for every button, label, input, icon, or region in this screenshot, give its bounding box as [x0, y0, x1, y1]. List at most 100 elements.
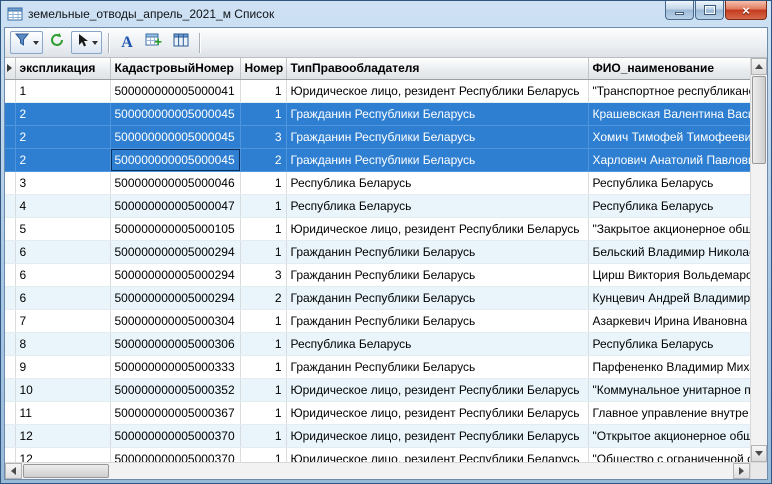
grid-cell[interactable]: Республика Беларусь	[588, 194, 750, 217]
grid-cell[interactable]: 3	[240, 125, 286, 148]
titlebar[interactable]: земельные_отводы_апрель_2021_м Список ×	[4, 1, 768, 27]
grid-cell[interactable]: Харлович Анатолий Павлович	[588, 148, 750, 171]
grid-cell[interactable]: 500000000005000045	[110, 148, 240, 171]
grid-cell[interactable]: Парфененко Владимир Миха	[588, 355, 750, 378]
row-selector[interactable]	[5, 194, 15, 217]
grid-cell[interactable]: Цирш Виктория Вольдемаро	[588, 263, 750, 286]
grid-cell[interactable]: 500000000005000294	[110, 240, 240, 263]
row-selector[interactable]	[5, 263, 15, 286]
maximize-button[interactable]	[695, 1, 724, 20]
grid-cell[interactable]: 4	[15, 194, 110, 217]
grid-cell[interactable]: Республика Беларусь	[588, 332, 750, 355]
grid-cell[interactable]: Юридическое лицо, резидент Республики Бе…	[286, 401, 588, 424]
horizontal-scrollbar[interactable]	[5, 462, 767, 479]
grid-cell[interactable]: Гражданин Республики Беларусь	[286, 263, 588, 286]
filter-button[interactable]	[10, 31, 43, 54]
grid-cell[interactable]: 500000000005000047	[110, 194, 240, 217]
grid-cell[interactable]: 10	[15, 378, 110, 401]
row-selector[interactable]	[5, 447, 15, 462]
grid-cell[interactable]: "Общество с ограниченной о	[588, 447, 750, 462]
grid-cell[interactable]: "Транспортное республиканс	[588, 79, 750, 102]
grid-cell[interactable]: Юридическое лицо, резидент Республики Бе…	[286, 378, 588, 401]
grid-cell[interactable]: 6	[15, 263, 110, 286]
grid-cell[interactable]: 2	[240, 286, 286, 309]
grid-cell[interactable]: Бельский Владимир Николае	[588, 240, 750, 263]
row-selector[interactable]	[5, 125, 15, 148]
grid-cell[interactable]: 3	[240, 263, 286, 286]
grid-cell[interactable]: Гражданин Республики Беларусь	[286, 355, 588, 378]
row-selector[interactable]	[5, 355, 15, 378]
grid-cell[interactable]: 1	[240, 79, 286, 102]
grid-cell[interactable]: Гражданин Республики Беларусь	[286, 125, 588, 148]
grid-cell[interactable]: 500000000005000370	[110, 424, 240, 447]
grid-cell[interactable]: 1	[240, 332, 286, 355]
row-selector[interactable]	[5, 102, 15, 125]
grid-cell[interactable]: 12	[15, 424, 110, 447]
grid-cell[interactable]: 500000000005000304	[110, 309, 240, 332]
grid-cell[interactable]: 500000000005000367	[110, 401, 240, 424]
grid-cell[interactable]: 500000000005000294	[110, 263, 240, 286]
grid-cell[interactable]: 500000000005000045	[110, 102, 240, 125]
grid-cell[interactable]: 500000000005000352	[110, 378, 240, 401]
grid-cell[interactable]: 3	[15, 171, 110, 194]
grid-cell[interactable]: 1	[240, 309, 286, 332]
grid-cell[interactable]: Гражданин Республики Беларусь	[286, 148, 588, 171]
grid-cell[interactable]: 2	[15, 125, 110, 148]
grid-cell[interactable]: Республика Беларусь	[286, 194, 588, 217]
grid-cell[interactable]: 8	[15, 332, 110, 355]
grid-cell[interactable]: 6	[15, 240, 110, 263]
grid-cell[interactable]: Главное управление внутре	[588, 401, 750, 424]
row-selector[interactable]	[5, 148, 15, 171]
vertical-scrollbar[interactable]	[750, 58, 767, 462]
row-selector[interactable]	[5, 217, 15, 240]
row-selector[interactable]	[5, 424, 15, 447]
grid-cell[interactable]: 500000000005000294	[110, 286, 240, 309]
grid-cell[interactable]: "Открытое акционерное общ	[588, 424, 750, 447]
grid-cell[interactable]: 11	[15, 401, 110, 424]
vertical-scroll-thumb[interactable]	[752, 76, 766, 164]
row-selector[interactable]	[5, 171, 15, 194]
grid-cell[interactable]: Юридическое лицо, резидент Республики Бе…	[286, 447, 588, 462]
close-button[interactable]: ×	[725, 1, 767, 20]
grid-cell[interactable]: Крашевская Валентина Васил	[588, 102, 750, 125]
column-header-3[interactable]: ТипПравообладателя	[286, 58, 588, 79]
scroll-down-button[interactable]	[751, 445, 767, 462]
grid-cell[interactable]: Юридическое лицо, резидент Республики Бе…	[286, 79, 588, 102]
font-style-button[interactable]: A	[115, 31, 139, 54]
grid-cell[interactable]: 12	[15, 447, 110, 462]
vertical-scroll-track[interactable]	[751, 165, 767, 445]
row-selector[interactable]	[5, 286, 15, 309]
select-cursor-button[interactable]	[71, 31, 102, 54]
grid-cell[interactable]: 5	[15, 217, 110, 240]
column-header-1[interactable]: КадастровыйНомер	[110, 58, 240, 79]
grid-cell[interactable]: Республика Беларусь	[286, 332, 588, 355]
scroll-left-button[interactable]	[5, 463, 22, 479]
grid-cell[interactable]: 1	[240, 424, 286, 447]
grid-cell[interactable]: 500000000005000370	[110, 447, 240, 462]
grid-cell[interactable]: Республика Беларусь	[286, 171, 588, 194]
minimize-button[interactable]	[665, 1, 694, 20]
grid-cell[interactable]: 1	[240, 102, 286, 125]
grid-cell[interactable]: Азаркевич Ирина Ивановна	[588, 309, 750, 332]
grid-cell[interactable]: 1	[240, 378, 286, 401]
column-header-4[interactable]: ФИО_наименование	[588, 58, 750, 79]
grid-cell[interactable]: Республика Беларусь	[588, 171, 750, 194]
grid-cell[interactable]: 9	[15, 355, 110, 378]
grid-cell[interactable]: 1	[240, 240, 286, 263]
grid-cell[interactable]: 500000000005000105	[110, 217, 240, 240]
grid-cell[interactable]: 6	[15, 286, 110, 309]
row-selector[interactable]	[5, 240, 15, 263]
table-columns-button[interactable]	[169, 31, 193, 54]
grid-cell[interactable]: "Закрытое акционерное общ	[588, 217, 750, 240]
grid-cell[interactable]: Хомич Тимофей Тимофеевич	[588, 125, 750, 148]
grid-cell[interactable]: Гражданин Республики Беларусь	[286, 286, 588, 309]
column-header-0[interactable]: экспликация	[15, 58, 110, 79]
scroll-up-button[interactable]	[751, 58, 767, 75]
row-selector[interactable]	[5, 378, 15, 401]
row-selector[interactable]	[5, 79, 15, 102]
scroll-right-button[interactable]	[733, 463, 750, 479]
grid-cell[interactable]: 1	[240, 447, 286, 462]
grid-cell[interactable]: Кунцевич Андрей Владимир	[588, 286, 750, 309]
grid-cell[interactable]: 7	[15, 309, 110, 332]
grid-cell[interactable]: 500000000005000045	[110, 125, 240, 148]
